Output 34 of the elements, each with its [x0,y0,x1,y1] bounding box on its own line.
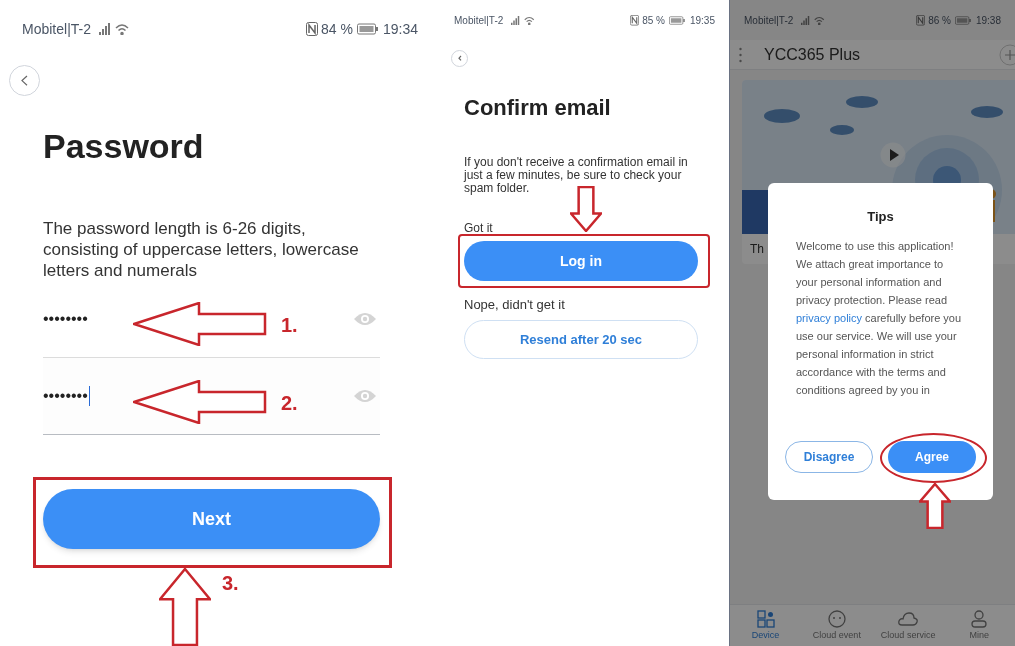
agree-button[interactable]: Agree [888,441,976,473]
battery-percent: 85 % [642,13,665,28]
carrier-name: Mobitel|T-2 [22,19,91,39]
app-title: YCC365 Plus [764,44,861,65]
nav-tab[interactable]: Mine [943,605,1015,646]
battery-percent: 84 % [321,19,353,39]
next-button[interactable]: Next [43,489,380,549]
battery-percent: 86 % [928,13,951,28]
description-text: The password length is 6-26 digits, consisting of uppercase letters, lowercase letters and numerals [43,218,360,281]
clock-time: 19:38 [975,13,1001,28]
password-value: •••••••• [43,386,88,406]
nav-tab[interactable]: Cloud event [801,605,873,646]
carrier-name: Mobitel|T-2 [744,13,794,28]
nav-tab[interactable]: Cloud service [872,605,944,646]
step-number: 1. [281,313,298,338]
clock-time: 19:34 [382,19,418,39]
nav-tab[interactable]: Device [730,605,802,646]
description-text: If you don't receive a confirmation email in just a few minutes, be sure to check your spam folder. [464,156,689,195]
page-title: Password [43,126,205,166]
carrier-name: Mobitel|T-2 [454,13,504,28]
resend-button[interactable]: Resend after 20 sec [464,320,698,359]
got-it-label: Got it [464,221,494,235]
disagree-button[interactable]: Disagree [785,441,873,473]
page-title: Confirm email [464,94,612,122]
nope-label: Nope, didn't get it [464,297,566,313]
step-number: 2. [281,391,298,416]
step-number: 3. [222,571,239,596]
dialog-text: Welcome to use this application! We attach great importance to your personal information and privacy protection. Please read privacy policy carefully before you use our service. We will use your personal information in strict accordance with the terms and conditions agreed by you in [795,238,963,398]
dialog-title: Tips [867,208,894,226]
login-button[interactable]: Log in [464,241,698,281]
clock-time: 19:35 [689,13,715,28]
password-value: •••••••• [43,309,88,329]
card-caption: Th [750,241,764,258]
privacy-policy-link[interactable]: privacy policy [796,311,863,324]
